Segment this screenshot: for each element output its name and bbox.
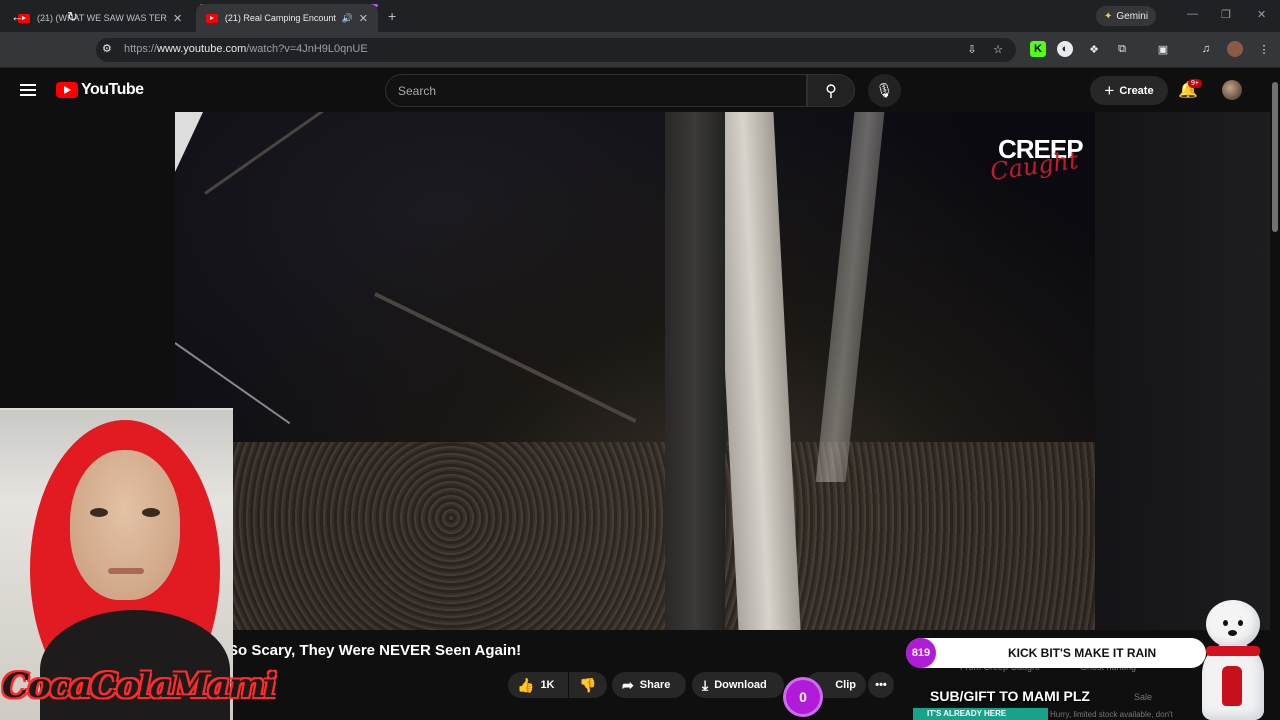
forest-floor-leaves [175,442,1095,630]
audio-playing-icon[interactable]: 🔊 [342,13,353,24]
bear-left-eye [1223,620,1228,626]
plus-icon: + [1104,80,1115,100]
streamer-name: CocaColaMami [2,666,277,706]
minimize-icon[interactable]: — [1187,8,1198,20]
youtube-logo-icon[interactable] [56,82,78,98]
extension-leaf-icon[interactable]: ❖ [1086,41,1102,57]
url-text[interactable]: https://www.youtube.com/watch?v=4JnH9L0q… [124,43,368,55]
youtube-logo-text[interactable]: YouTube [81,81,144,99]
reload-icon[interactable]: ↻ [67,9,78,25]
polar-bear-mascot [1196,600,1270,720]
ghost-chip: Hurry, limited stock available, don't [1050,710,1173,719]
right-eye [142,508,160,517]
url-prefix: https:// [124,43,158,55]
tab-what-we-saw[interactable]: (21) (WHAT WE SAW WAS TERR ✕ [8,4,194,32]
search-icon: ⚲ [825,82,837,100]
mouth [108,568,144,574]
close-tab-icon[interactable]: ✕ [359,12,368,25]
left-eye [90,508,108,517]
thumbs-down-icon: 👎 [579,676,597,693]
background-trunk [815,112,885,482]
overlay-counter-zero: 0 [786,680,820,714]
download-label: Download [714,679,767,691]
overlay-sub-text: SUB/GIFT TO MAMI PLZ [930,688,1090,704]
bookmark-star-icon[interactable]: ☆ [990,41,1006,57]
close-tab-icon[interactable]: ✕ [173,12,182,25]
share-label: Share [639,679,671,691]
browser-menu-icon[interactable]: ⋮ [1256,41,1272,57]
create-button[interactable]: + Create [1090,76,1168,105]
thumbs-up-icon: 👍 [517,676,535,693]
overlay-banner: IT'S ALREADY HERE [913,708,1048,720]
kick-extension-icon[interactable]: K [1030,41,1046,57]
share-button[interactable]: ➦ Share [612,672,686,698]
bear-right-eye [1238,620,1243,626]
bear-scarf [1206,646,1260,656]
more-actions-button[interactable]: ••• [868,672,894,698]
video-side-panel [1095,112,1270,630]
scrollbar-thumb[interactable] [1272,82,1278,232]
gemini-button[interactable]: ✦ Gemini [1096,6,1157,26]
overlay-goal-bar: 819 KICK BIT'S MAKE IT RAIN [906,638,1206,668]
video-player[interactable] [175,112,1095,630]
fallen-branch [374,292,637,423]
restore-icon[interactable]: ❐ [1221,8,1231,21]
more-horizontal-icon: ••• [875,679,887,691]
tab-title: (21) Real Camping Encount [224,13,336,23]
share-arrow-icon: ➦ [622,676,634,693]
site-settings-icon[interactable]: ⚙ [102,42,112,55]
search-button[interactable]: ⚲ [807,74,855,107]
guide-menu-icon[interactable] [20,84,36,96]
goal-text: KICK BIT'S MAKE IT RAIN [1008,646,1157,660]
search-input[interactable]: Search [385,74,807,107]
extensions-puzzle-icon[interactable]: ⧉ [1114,41,1130,57]
download-button[interactable]: ⤓ Download [692,672,784,698]
media-controls-icon[interactable]: ♫ [1198,41,1214,57]
face-shape [70,450,180,600]
bear-nose [1228,630,1237,636]
tab-title: (21) (WHAT WE SAW WAS TERR [37,13,167,23]
notification-badge: 9+ [1188,79,1202,88]
tab-real-camping[interactable]: (21) Real Camping Encount 🔊 ✕ [196,4,378,32]
youtube-favicon-icon [206,13,218,23]
sparkle-icon: ✦ [1104,10,1113,22]
ghost-chip: Sale [1134,692,1153,702]
account-avatar[interactable] [1222,80,1242,100]
url-path: /watch?v=4JnH9L0qnUE [246,43,368,55]
search-placeholder: Search [398,83,437,98]
tab-search-icon[interactable]: ▣ [1155,41,1171,57]
url-host: www.youtube.com [157,43,247,55]
dark-trunk [665,112,725,630]
bear-head [1206,600,1260,648]
create-label: Create [1119,84,1154,97]
install-app-icon[interactable]: ⇩ [964,41,980,57]
close-window-icon[interactable]: ✕ [1257,8,1266,21]
clip-label: Clip [835,679,856,691]
new-tab-icon[interactable]: + [388,8,396,24]
extension-circle-icon[interactable]: ◐ [1057,41,1073,57]
microphone-icon: 🎙 [875,82,894,98]
upper-branch [204,112,354,195]
download-icon: ⤓ [702,676,709,693]
like-count: 1K [540,679,555,691]
tent-edge [175,112,203,172]
profile-avatar[interactable] [1227,41,1243,57]
goal-count-badge: 819 [906,638,936,668]
forward-icon[interactable]: → [39,9,52,24]
back-icon[interactable]: ← [11,9,24,24]
like-button[interactable]: 👍 1K [508,672,568,698]
gemini-label: Gemini [1116,10,1149,22]
bear-bottle [1222,666,1242,706]
dislike-button[interactable]: 👎 [569,672,607,698]
video-title: So Scary, They Were NEVER Seen Again! [228,642,522,659]
voice-search-button[interactable]: 🎙 [868,74,901,107]
